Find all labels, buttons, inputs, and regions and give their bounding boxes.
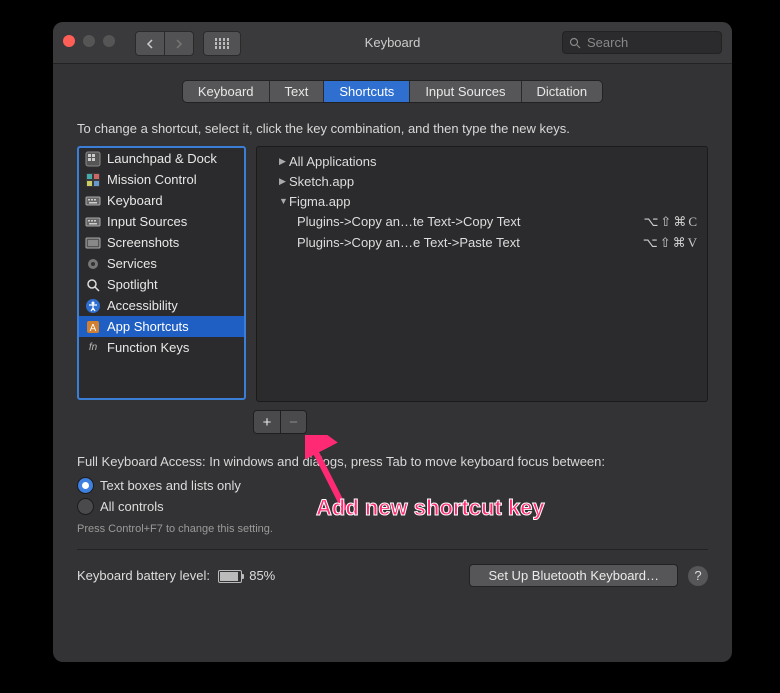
search-field[interactable]: [562, 31, 722, 54]
fka-radios: Text boxes and lists only All controls: [77, 475, 708, 517]
radio-label: All controls: [100, 499, 164, 514]
radio-icon: [77, 477, 94, 494]
remove-button[interactable]: −: [280, 411, 306, 433]
traffic-lights: [63, 35, 115, 47]
category-label: Mission Control: [107, 172, 197, 187]
shortcut-group[interactable]: ▶Sketch.app: [257, 171, 707, 191]
category-list[interactable]: Launchpad & Dock Mission Control Keyboard I…: [77, 146, 246, 400]
zoom-icon[interactable]: [103, 35, 115, 47]
group-label: Sketch.app: [289, 174, 699, 189]
category-spotlight[interactable]: Spotlight: [79, 274, 244, 295]
nav-buttons: [135, 31, 194, 56]
forward-button[interactable]: [165, 31, 194, 56]
shortcut-label: Plugins->Copy an…e Text->Paste Text: [297, 235, 643, 250]
tab-shortcuts[interactable]: Shortcuts: [324, 81, 410, 102]
battery-label: Keyboard battery level:: [77, 568, 210, 583]
category-label: Input Sources: [107, 214, 187, 229]
category-keyboard[interactable]: Keyboard: [79, 190, 244, 211]
category-label: Launchpad & Dock: [107, 151, 217, 166]
instruction-text: To change a shortcut, select it, click t…: [77, 121, 708, 136]
fka-hint: Press Control+F7 to change this setting.: [77, 523, 708, 535]
search-icon: [569, 37, 581, 49]
grid-icon: [85, 151, 101, 167]
category-screenshots[interactable]: Screenshots: [79, 232, 244, 253]
category-accessibility[interactable]: Accessibility: [79, 295, 244, 316]
fka-intro: Full Keyboard Access: In windows and dia…: [77, 454, 708, 469]
fka-option-textboxes[interactable]: Text boxes and lists only: [77, 475, 708, 496]
category-label: Spotlight: [107, 277, 158, 292]
category-app-shortcuts[interactable]: A App Shortcuts: [79, 316, 244, 337]
bluetooth-setup-button[interactable]: Set Up Bluetooth Keyboard…: [469, 564, 678, 587]
shortcut-list[interactable]: ▶All Applications▶Sketch.app▼Figma.appPl…: [256, 146, 708, 402]
battery-icon: [218, 570, 242, 583]
search-input[interactable]: [585, 34, 732, 51]
category-label: Services: [107, 256, 157, 271]
fka-option-all[interactable]: All controls: [77, 496, 708, 517]
grid-icon: [215, 38, 230, 49]
radio-label: Text boxes and lists only: [100, 478, 241, 493]
titlebar: Keyboard: [53, 22, 732, 64]
add-remove-buttons: + −: [253, 410, 307, 434]
kb-icon: [85, 214, 101, 230]
group-label: All Applications: [289, 154, 699, 169]
separator: [77, 549, 708, 550]
svg-text:A: A: [90, 323, 97, 334]
group-label: Figma.app: [289, 194, 699, 209]
app-icon: A: [85, 319, 101, 335]
back-button[interactable]: [135, 31, 165, 56]
tab-input-sources[interactable]: Input Sources: [410, 81, 521, 102]
category-launchpad-dock[interactable]: Launchpad & Dock: [79, 148, 244, 169]
radio-icon: [77, 498, 94, 515]
close-icon[interactable]: [63, 35, 75, 47]
help-button[interactable]: ?: [688, 566, 708, 586]
spot-icon: [85, 277, 101, 293]
category-function-keys[interactable]: fn Function Keys: [79, 337, 244, 358]
tab-bar: KeyboardTextShortcutsInput SourcesDictat…: [53, 80, 732, 103]
minimize-icon[interactable]: [83, 35, 95, 47]
shortcut-item[interactable]: Plugins->Copy an…e Text->Paste Text⌥⇧⌘V: [257, 232, 707, 253]
tab-text[interactable]: Text: [270, 81, 325, 102]
category-label: Keyboard: [107, 193, 163, 208]
tab-dictation[interactable]: Dictation: [522, 81, 603, 102]
category-services[interactable]: Services: [79, 253, 244, 274]
preferences-window: Keyboard KeyboardTextShortcutsInput Sour…: [53, 22, 732, 662]
add-button[interactable]: +: [254, 411, 280, 433]
shortcut-keys: ⌥⇧⌘C: [643, 214, 699, 230]
category-mission-control[interactable]: Mission Control: [79, 169, 244, 190]
ss-icon: [85, 235, 101, 251]
shortcut-label: Plugins->Copy an…te Text->Copy Text: [297, 214, 643, 229]
category-label: App Shortcuts: [107, 319, 189, 334]
kb-icon: [85, 193, 101, 209]
category-input-sources[interactable]: Input Sources: [79, 211, 244, 232]
category-label: Function Keys: [107, 340, 189, 355]
mc-icon: [85, 172, 101, 188]
battery-status: Keyboard battery level: 85%: [77, 568, 275, 583]
footer: Keyboard battery level: 85% Set Up Bluet…: [77, 564, 708, 587]
fn-icon: fn: [85, 340, 101, 356]
disclosure-icon: ▼: [279, 196, 289, 206]
tab-keyboard[interactable]: Keyboard: [183, 81, 270, 102]
gear-icon: [85, 256, 101, 272]
shortcut-group[interactable]: ▶All Applications: [257, 151, 707, 171]
disclosure-icon: ▶: [279, 176, 289, 187]
shortcut-item[interactable]: Plugins->Copy an…te Text->Copy Text⌥⇧⌘C: [257, 211, 707, 232]
battery-percent: 85%: [249, 568, 275, 583]
acc-icon: [85, 298, 101, 314]
category-label: Screenshots: [107, 235, 179, 250]
panes: Launchpad & Dock Mission Control Keyboard I…: [77, 146, 708, 402]
disclosure-icon: ▶: [279, 156, 289, 167]
shortcut-group[interactable]: ▼Figma.app: [257, 191, 707, 211]
shortcut-keys: ⌥⇧⌘V: [643, 235, 699, 251]
show-all-button[interactable]: [203, 31, 241, 56]
category-label: Accessibility: [107, 298, 178, 313]
